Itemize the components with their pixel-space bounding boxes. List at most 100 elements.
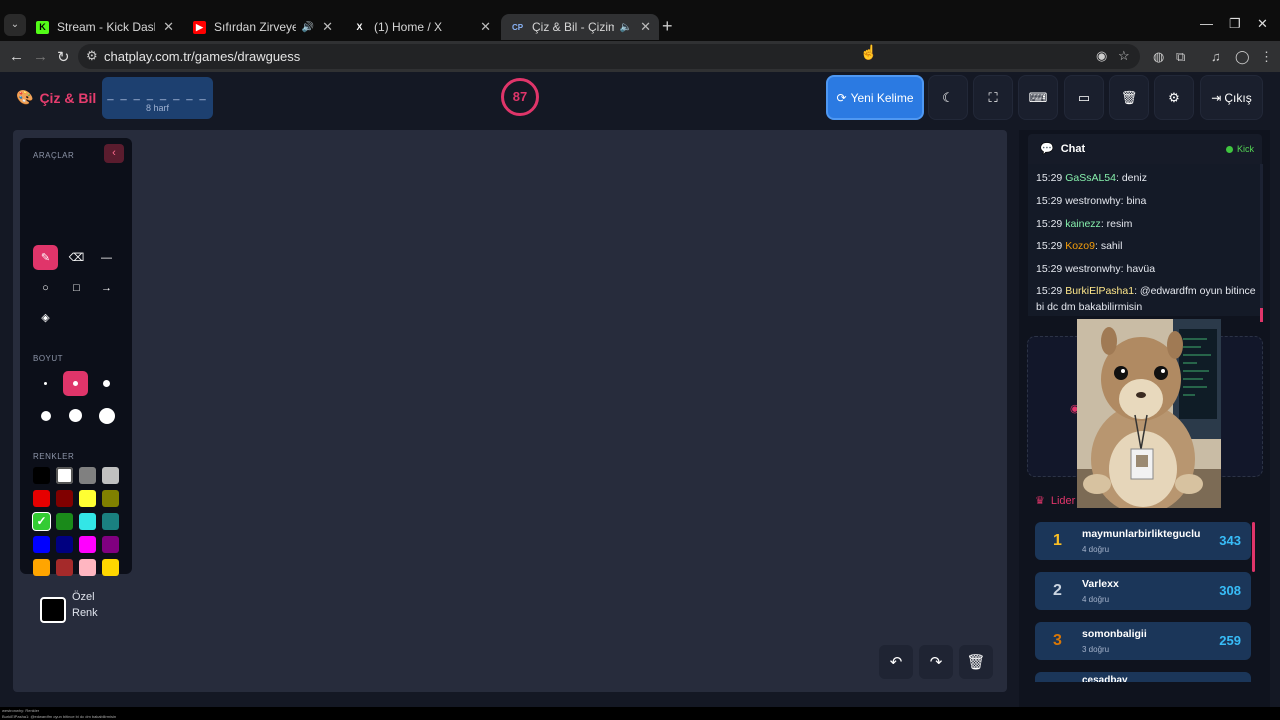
custom-color-label: Özel Renk [72,591,98,619]
new-tab-icon[interactable]: + [662,16,673,37]
color-swatch[interactable] [79,490,96,507]
close-tab-icon[interactable]: ✕ [480,19,491,35]
chat-scrollbar-thumb[interactable] [1260,308,1263,322]
size-option-3[interactable] [94,371,119,396]
message-time: 15:29 [1036,172,1063,184]
line-tool[interactable]: — [94,245,119,270]
muted-icon[interactable]: 🔈 [620,22,632,33]
size-dot [73,381,78,386]
color-swatch[interactable] [56,513,73,530]
profile-icon[interactable]: ◯ [1235,49,1250,65]
color-swatch[interactable] [79,513,96,530]
color-swatch[interactable]: ✓ [33,513,50,530]
back-icon[interactable]: ← [9,48,24,65]
message-user[interactable]: kainezz [1065,218,1101,230]
close-tab-icon[interactable]: ✕ [163,19,174,35]
redo-button[interactable]: ↷ [919,645,953,679]
keyboard-button[interactable]: ⌨ [1018,75,1058,120]
arrow-tool[interactable]: → [94,275,119,300]
close-window-icon[interactable]: ✕ [1257,16,1268,32]
size-option-1[interactable] [33,371,58,396]
leaderboard-scrollbar-thumb[interactable] [1252,522,1255,572]
site-info-icon[interactable]: ⚙ [86,48,98,64]
undo-button[interactable]: ↶ [879,645,913,679]
color-swatch[interactable] [56,490,73,507]
clear-canvas-button[interactable]: 🗑 [959,645,993,679]
size-option-4[interactable] [33,403,58,428]
logout-icon: ⇥ [1211,90,1222,105]
chat-message: 15:29 BurkiElPasha1: @edwardfm oyun biti… [1036,283,1256,315]
message-user[interactable]: GaSsAL54 [1065,172,1116,184]
browser-tab-youtube[interactable]: ▶ Sıfırdan Zirveye - YouTube 🔊 ✕ [183,14,341,40]
palette-icon: 🎨 [16,89,34,105]
browser-tab-x[interactable]: X (1) Home / X ✕ [343,14,499,40]
minimize-icon[interactable]: — [1200,16,1213,31]
message-user[interactable]: westronwhy [1065,263,1120,275]
color-swatch[interactable] [102,513,119,530]
color-swatch[interactable] [102,536,119,553]
tools-panel: ARAÇLAR ‹ ✎ ⌫ — ○ □ → ◈ BOYUT RENKLER ✓ … [20,138,132,623]
color-swatch[interactable] [56,467,73,484]
color-swatch[interactable] [102,490,119,507]
media-control-icon[interactable]: ♫ [1211,49,1221,64]
extensions-puzzle-icon[interactable]: ⧉ [1176,49,1185,65]
eye-off-icon[interactable]: ◉ [1096,48,1107,64]
color-swatch[interactable] [33,490,50,507]
browser-tab-kick[interactable]: K Stream - Kick Dashboard ✕ [26,14,182,40]
browser-tab-chatplay[interactable]: CP Çiz & Bil - Çizim Oyunu 🔈 ✕ [501,14,659,40]
circle-tool[interactable]: ○ [33,275,58,300]
drawing-canvas[interactable] [13,130,1007,692]
rectangle-tool[interactable]: □ [64,275,89,300]
forward-icon[interactable]: → [33,48,48,65]
fullscreen-button[interactable]: ⛶ [973,75,1013,120]
message-time: 15:29 [1036,285,1063,297]
color-swatch[interactable] [33,536,50,553]
archive-button[interactable]: ▭ [1064,75,1104,120]
color-swatch[interactable] [79,467,96,484]
extension-icon[interactable]: ◍ [1153,49,1164,65]
delete-button[interactable]: 🗑 [1109,75,1149,120]
collapse-panel-button[interactable]: ‹ [104,144,124,163]
leaderboard-row: 2 Varlexx 4 doğru 308 [1035,572,1251,610]
new-word-button[interactable]: ⟳ Yeni Kelime [826,75,924,120]
audio-playing-icon[interactable]: 🔊 [302,22,314,33]
message-time: 15:29 [1036,218,1063,230]
tab-search-chevron-icon[interactable]: ⌄ [4,14,26,36]
menu-kebab-icon[interactable]: ⋮ [1260,49,1273,65]
color-swatch[interactable] [33,559,50,576]
player-correct-count: 4 doğru [1082,545,1110,554]
bookmark-star-icon[interactable]: ☆ [1118,48,1130,64]
fill-tool[interactable]: ◈ [33,305,58,330]
color-swatch[interactable] [56,559,73,576]
size-option-2[interactable] [63,371,88,396]
size-option-5[interactable] [63,403,88,428]
close-tab-icon[interactable]: ✕ [322,19,333,35]
reload-icon[interactable]: ↻ [57,48,70,66]
settings-button[interactable]: ⚙ [1154,75,1194,120]
size-option-6[interactable] [94,403,119,428]
restore-icon[interactable]: ❐ [1229,16,1241,32]
eraser-tool[interactable]: ⌫ [64,245,89,270]
x-icon: X [356,21,363,32]
color-swatch[interactable] [56,536,73,553]
size-dot [103,380,110,387]
color-swatch[interactable] [79,536,96,553]
eraser-icon: ⌫ [68,252,85,264]
message-user[interactable]: westronwhy [1065,195,1120,207]
exit-button[interactable]: ⇥ Çıkış [1200,75,1263,120]
message-user[interactable]: BurkiElPasha1 [1065,285,1134,297]
color-swatch[interactable] [79,559,96,576]
address-bar[interactable]: ⚙ chatplay.com.tr/games/drawguess ◉ ☆ [78,44,1140,69]
color-swatch[interactable] [102,559,119,576]
dark-mode-button[interactable]: ☾ [928,75,968,120]
custom-color-button[interactable] [40,597,66,623]
brush-tool[interactable]: ✎ [33,245,58,270]
close-tab-icon[interactable]: ✕ [640,19,651,35]
message-text: bina [1126,195,1147,207]
message-user[interactable]: Kozo9 [1065,240,1095,252]
color-swatch[interactable] [33,467,50,484]
chat-messages[interactable]: 15:29 GaSsAL54: deniz 15:29 westronwhy: b… [1028,164,1262,316]
color-swatch[interactable] [102,467,119,484]
message-time: 15:29 [1036,240,1063,252]
chat-scrollbar[interactable] [1260,164,1263,322]
